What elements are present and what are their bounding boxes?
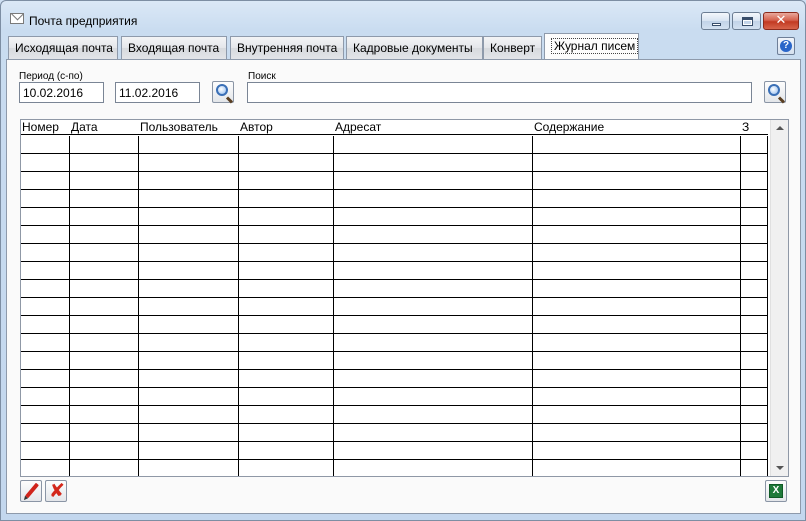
table-row[interactable] bbox=[21, 388, 768, 406]
close-icon: ✕ bbox=[775, 13, 787, 28]
vertical-scrollbar[interactable] bbox=[770, 120, 788, 476]
table-row[interactable] bbox=[21, 136, 768, 154]
delete-icon: ✘ bbox=[49, 480, 65, 502]
table-row[interactable] bbox=[21, 316, 768, 334]
letters-grid[interactable]: Номер Дата Пользователь Автор Адресат Со… bbox=[20, 119, 789, 477]
table-row[interactable] bbox=[21, 406, 768, 424]
question-icon: ? bbox=[780, 40, 792, 52]
journal-panel: Период (с-по) Поиск Номер Дата Пользоват… bbox=[6, 59, 801, 514]
column-header-content[interactable]: Содержание bbox=[533, 120, 604, 135]
tab-label: Кадровые документы bbox=[353, 41, 473, 55]
table-row[interactable] bbox=[21, 442, 768, 460]
table-row[interactable] bbox=[21, 190, 768, 208]
tab-internal-mail[interactable]: Внутренняя почта bbox=[230, 36, 344, 59]
column-header-user[interactable]: Пользователь bbox=[139, 120, 218, 135]
envelope-icon bbox=[10, 13, 24, 24]
column-divider bbox=[532, 136, 533, 476]
window-title: Почта предприятия bbox=[29, 14, 138, 28]
tab-label: Внутренняя почта bbox=[237, 41, 338, 55]
table-row[interactable] bbox=[21, 298, 768, 316]
table-row[interactable] bbox=[21, 370, 768, 388]
date-from-field[interactable] bbox=[19, 82, 104, 103]
table-row[interactable] bbox=[21, 424, 768, 442]
grid-header: Номер Дата Пользователь Автор Адресат Со… bbox=[21, 120, 768, 135]
table-row[interactable] bbox=[21, 244, 768, 262]
export-excel-button[interactable]: X bbox=[765, 480, 787, 502]
column-divider bbox=[740, 136, 741, 476]
edit-button[interactable] bbox=[20, 480, 42, 502]
column-header-addressee[interactable]: Адресат bbox=[334, 120, 381, 135]
table-row[interactable] bbox=[21, 172, 768, 190]
maximize-icon bbox=[742, 17, 753, 26]
maximize-button[interactable] bbox=[732, 12, 761, 30]
search-button[interactable] bbox=[764, 81, 786, 103]
table-row[interactable] bbox=[21, 352, 768, 370]
column-divider bbox=[238, 136, 239, 476]
period-label: Период (с-по) bbox=[19, 71, 83, 82]
scroll-up-icon[interactable] bbox=[776, 126, 784, 130]
column-divider bbox=[69, 136, 70, 476]
table-row[interactable] bbox=[21, 208, 768, 226]
magnifier-icon bbox=[216, 84, 228, 96]
column-divider bbox=[333, 136, 334, 476]
table-row[interactable] bbox=[21, 262, 768, 280]
column-header-number[interactable]: Номер bbox=[21, 120, 59, 135]
minimize-icon bbox=[712, 23, 721, 26]
scroll-down-icon[interactable] bbox=[776, 466, 784, 470]
column-header-z[interactable]: З bbox=[741, 120, 749, 135]
mail-window: Почта предприятия ✕ Исходящая почта Вход… bbox=[0, 0, 806, 521]
date-to-field[interactable] bbox=[115, 82, 200, 103]
tab-label: Исходящая почта bbox=[15, 41, 113, 55]
table-row[interactable] bbox=[21, 460, 768, 476]
tab-letters-journal[interactable]: Журнал писем bbox=[544, 33, 639, 59]
magnifier-icon bbox=[768, 84, 780, 96]
search-label: Поиск bbox=[248, 71, 276, 82]
tab-hr-documents[interactable]: Кадровые документы bbox=[346, 36, 483, 59]
column-header-date[interactable]: Дата bbox=[70, 120, 98, 135]
column-divider bbox=[138, 136, 139, 476]
tab-label: Конверт bbox=[490, 41, 536, 55]
tab-label: Входящая почта bbox=[128, 41, 220, 55]
close-button[interactable]: ✕ bbox=[763, 12, 799, 30]
excel-icon: X bbox=[769, 484, 783, 498]
table-row[interactable] bbox=[21, 226, 768, 244]
delete-button[interactable]: ✘ bbox=[45, 480, 67, 502]
tab-outgoing-mail[interactable]: Исходящая почта bbox=[8, 36, 118, 59]
pencil-icon bbox=[25, 482, 39, 499]
table-row[interactable] bbox=[21, 280, 768, 298]
title-bar[interactable]: Почта предприятия ✕ bbox=[1, 1, 805, 33]
column-header-author[interactable]: Автор bbox=[239, 120, 273, 135]
minimize-button[interactable] bbox=[701, 12, 730, 30]
period-search-button[interactable] bbox=[212, 81, 234, 103]
column-divider bbox=[767, 136, 768, 476]
table-row[interactable] bbox=[21, 154, 768, 172]
tab-label: Журнал писем bbox=[551, 38, 639, 54]
tab-envelope[interactable]: Конверт bbox=[483, 36, 542, 59]
table-row[interactable] bbox=[21, 334, 768, 352]
help-button[interactable]: ? bbox=[777, 37, 795, 55]
tab-incoming-mail[interactable]: Входящая почта bbox=[121, 36, 227, 59]
search-input[interactable] bbox=[247, 82, 752, 103]
